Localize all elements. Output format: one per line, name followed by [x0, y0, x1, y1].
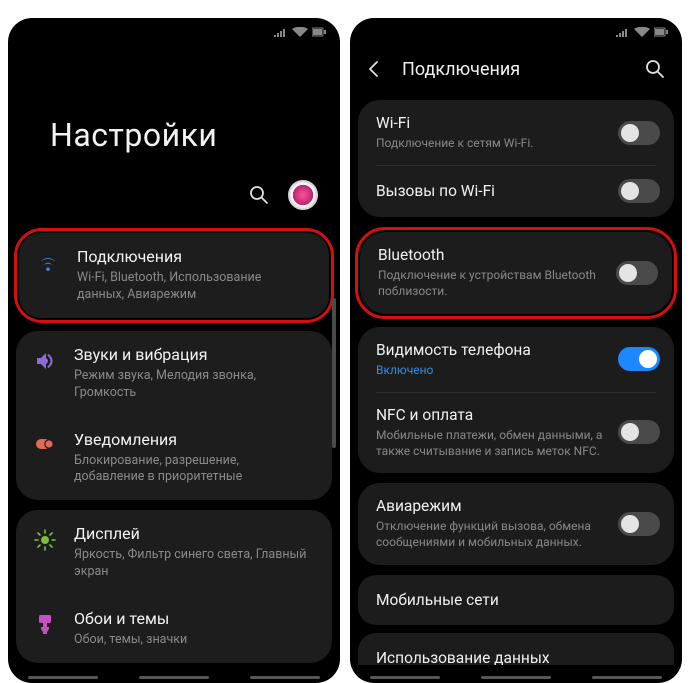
settings-row[interactable]: Звуки и вибрация Режим звука, Мелодия зво…: [16, 331, 332, 416]
wifi-icon: [33, 247, 63, 275]
row-subtitle: Мобильные платежи, обмен данными, а такж…: [376, 427, 608, 459]
battery-icon: [312, 27, 326, 37]
settings-group: Подключения Wi-Fi, Bluetooth, Использован…: [19, 233, 329, 318]
settings-row[interactable]: Авиарежим Отключение функций вызова, обме…: [358, 483, 674, 564]
settings-row[interactable]: Использование данных: [358, 633, 674, 666]
row-title: Использование данных: [376, 649, 656, 666]
page-hero: Настройки: [8, 46, 340, 180]
toggle-switch[interactable]: [618, 420, 660, 444]
row-title: Обои и темы: [74, 609, 310, 628]
page-title: Настройки: [50, 116, 340, 154]
settings-group: Звуки и вибрация Режим звука, Мелодия зво…: [16, 331, 332, 501]
signal-icon: [616, 27, 630, 37]
wifi-status-icon: [634, 27, 650, 37]
toggle-switch[interactable]: [618, 347, 660, 371]
sound-icon: [30, 345, 60, 373]
toggle-switch[interactable]: [618, 512, 660, 536]
row-title: Уведомления: [74, 430, 310, 449]
settings-row[interactable]: Видимость телефона Включено: [358, 327, 674, 392]
connections-screen: Подключения Wi-Fi Подключение к сетям Wi-…: [350, 18, 682, 683]
theme-icon: [30, 609, 60, 635]
search-button[interactable]: [244, 180, 274, 210]
settings-group: Дисплей Яркость, Фильтр синего света, Гла…: [16, 510, 332, 663]
toggle-switch[interactable]: [618, 179, 660, 203]
row-subtitle: Яркость, Фильтр синего света, Главный эк…: [74, 547, 310, 581]
search-icon: [645, 59, 665, 79]
row-subtitle: Включено: [376, 362, 608, 378]
row-subtitle: Подключение к сетям Wi-Fi.: [376, 135, 608, 151]
row-title: Мобильные сети: [376, 591, 656, 609]
settings-row[interactable]: Обои и темы Обои, темы, значки: [16, 595, 332, 663]
row-subtitle: Блокирование, разрешение, добавление в п…: [74, 453, 310, 487]
settings-row[interactable]: Wi-Fi Подключение к сетям Wi-Fi.: [358, 100, 674, 165]
row-title: Подключения: [77, 247, 307, 266]
row-title: Дисплей: [74, 524, 310, 543]
row-title: Авиарежим: [376, 497, 608, 515]
row-title: NFC и оплата: [376, 406, 608, 424]
row-subtitle: Подключение к устройствам Bluetooth побл…: [378, 267, 606, 299]
toggle-switch[interactable]: [618, 121, 660, 145]
settings-screen: Настройки Подключения Wi-Fi, Bluetooth, И…: [8, 18, 340, 683]
settings-group: Видимость телефона Включено NFC и оплата Мо…: [358, 327, 674, 474]
row-title: Звуки и вибрация: [74, 345, 310, 364]
status-bar: [350, 18, 682, 46]
battery-icon: [654, 27, 668, 37]
settings-row[interactable]: NFC и оплата Мобильные платежи, обмен дан…: [358, 392, 674, 473]
display-icon: [30, 524, 60, 552]
screen-title: Подключения: [402, 59, 626, 80]
search-button[interactable]: [640, 54, 670, 84]
row-title: Wi-Fi: [376, 114, 608, 132]
settings-row[interactable]: Подключения Wi-Fi, Bluetooth, Использован…: [19, 233, 329, 318]
settings-group: Wi-Fi Подключение к сетям Wi-Fi. Вызовы по…: [358, 100, 674, 217]
settings-row[interactable]: Мобильные сети: [358, 575, 674, 625]
account-avatar[interactable]: [288, 180, 318, 210]
settings-group: Bluetooth Подключение к устройствам Bluet…: [360, 232, 672, 313]
settings-row[interactable]: Bluetooth Подключение к устройствам Bluet…: [360, 232, 672, 313]
back-button[interactable]: [360, 55, 388, 83]
search-icon: [249, 185, 269, 205]
row-title: Видимость телефона: [376, 341, 608, 359]
status-bar: [8, 18, 340, 46]
row-subtitle: Режим звука, Мелодия звонка, Громкость: [74, 368, 310, 402]
settings-row[interactable]: Дисплей Яркость, Фильтр синего света, Гла…: [16, 510, 332, 595]
toggle-switch[interactable]: [616, 261, 658, 285]
settings-row[interactable]: Уведомления Блокирование, разрешение, доб…: [16, 416, 332, 501]
row-subtitle: Wi-Fi, Bluetooth, Использование данных, …: [77, 270, 307, 304]
row-title: Вызовы по Wi-Fi: [376, 182, 608, 200]
back-icon: [364, 59, 384, 79]
row-title: Bluetooth: [378, 246, 606, 264]
settings-group: Авиарежим Отключение функций вызова, обме…: [358, 483, 674, 564]
notif-icon: [30, 430, 60, 454]
scrollbar[interactable]: [332, 298, 336, 448]
row-subtitle: Отключение функций вызова, обмена сообще…: [376, 518, 608, 550]
android-navbar[interactable]: [8, 665, 340, 683]
row-subtitle: Обои, темы, значки: [74, 632, 310, 649]
wifi-status-icon: [292, 27, 308, 37]
android-navbar[interactable]: [350, 665, 682, 683]
settings-row[interactable]: Вызовы по Wi-Fi: [358, 165, 674, 217]
signal-icon: [274, 27, 288, 37]
